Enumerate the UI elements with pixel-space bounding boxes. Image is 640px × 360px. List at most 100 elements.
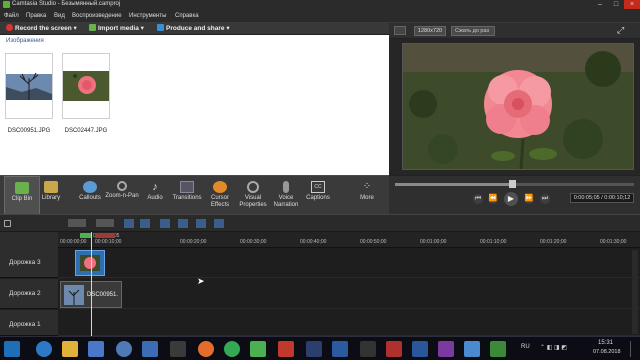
rose-preview-image [403,44,633,169]
app-icon-10[interactable] [278,341,294,357]
word-icon[interactable] [412,341,428,357]
explorer-icon[interactable] [62,341,78,357]
app-icon-14[interactable] [386,341,402,357]
tab-cursor-effects[interactable]: Cursor Effects [202,176,238,215]
track-row-3[interactable] [58,248,640,278]
track-row-2[interactable] [58,279,640,309]
tab-more[interactable]: ⁘ More [349,176,385,215]
title-bar: Camtasia Studio - Безымянный.camproj – □… [0,0,640,9]
redo-icon[interactable] [140,219,150,228]
undo-icon[interactable] [124,219,134,228]
menu-view[interactable]: Вид [54,9,65,23]
track-header-3[interactable]: Дорожка 3 [0,248,58,278]
scrubber-progress [395,183,513,186]
previous-clip-icon[interactable]: ⏮ [473,194,483,204]
detach-preview-icon[interactable]: ⤢ [617,25,629,36]
display-icon[interactable] [394,26,406,35]
tab-transitions[interactable]: Transitions [169,176,205,215]
timeline-clip-dsc02447[interactable] [75,250,105,276]
chevron-down-icon: ▾ [140,25,144,32]
track-header-2[interactable]: Дорожка 2 [0,279,58,309]
tab-callouts[interactable]: Callouts [72,176,108,215]
scrubber-handle[interactable] [509,180,516,188]
playback-controls: ⏮ ⏪ ▶ ⏩ ⏭ 0:00:05;05 / 0:00:10;12 [389,175,640,214]
import-media-button[interactable]: Import media ▾ [89,23,144,35]
fit-selector[interactable]: Сжать до раз [451,26,495,36]
menu-edit[interactable]: Правка [26,9,46,23]
mouse-cursor-icon: ➤ [197,276,205,286]
timeline-scrollbar[interactable] [632,250,638,334]
tab-zoom-n-pan[interactable]: Zoom-n-Pan [104,176,140,215]
chevron-down-icon: ▾ [73,25,77,32]
app-icon-12[interactable] [332,341,348,357]
app-icon-11[interactable] [306,341,322,357]
track-header-1[interactable]: Дорожка 1 [0,310,58,336]
rewind-icon[interactable]: ⏪ [488,194,498,204]
show-desktop-button[interactable] [630,341,638,357]
record-screen-button[interactable]: Record the screen ▾ [6,23,77,35]
minimize-button[interactable]: – [592,0,608,9]
app-icon-17[interactable] [464,341,480,357]
clip-thumbnail-dsc02447[interactable] [62,53,110,119]
ie-icon[interactable] [36,341,52,357]
tab-library[interactable]: Library [33,176,69,215]
app-icon-13[interactable] [360,341,376,357]
transitions-icon [180,181,194,193]
fast-forward-icon[interactable]: ⏩ [524,194,534,204]
tab-voice-narration[interactable]: Voice Narration [268,176,304,215]
ruler-tick: 00:00:20;00 [180,239,207,245]
start-button-icon[interactable] [4,341,20,357]
firefox-icon[interactable] [198,341,214,357]
clock-date: 07.08.2018 [593,349,621,355]
chrome-icon[interactable] [224,341,240,357]
paste-icon[interactable] [214,219,224,228]
close-button[interactable]: × [624,0,640,9]
tab-audio[interactable]: ♪ Audio [137,176,173,215]
timeline-ruler[interactable]: 00:00:00;00 00:00:05;05 00:00:10;00 00:0… [0,232,640,248]
produce-share-button[interactable]: Produce and share ▾ [157,23,230,35]
zoom-in-icon[interactable] [96,219,114,227]
app-icon-18[interactable] [490,341,506,357]
selection-end-marker[interactable] [95,233,115,238]
ruler-tick: 00:01:20;00 [540,239,567,245]
next-clip-icon[interactable]: ⏭ [540,194,550,204]
timeline-settings-icon[interactable] [4,220,11,227]
tab-visual-properties[interactable]: Visual Properties [235,176,271,215]
app-icon-6[interactable] [170,341,186,357]
ruler-tick: 00:01:30;00 [600,239,627,245]
menu-help[interactable]: Справка [175,9,199,23]
callouts-icon [83,181,97,193]
language-indicator[interactable]: RU [521,344,530,350]
resolution-selector[interactable]: 1280x720 [414,26,446,36]
play-icon[interactable]: ▶ [504,192,518,206]
tray-icons[interactable]: ⌃ ◧ ◨ ◩ [540,344,567,351]
zoom-icon [117,181,127,191]
video-preview-canvas[interactable] [402,43,634,170]
copy-icon[interactable] [196,219,206,228]
camtasia-taskbar-icon[interactable] [250,341,266,357]
app-icon-16[interactable] [438,341,454,357]
menu-playback[interactable]: Воспроизведение [72,9,122,23]
maximize-button[interactable]: □ [608,0,624,9]
app-icon-4[interactable] [116,341,132,357]
time-display: 0:00:05;05 / 0:00:10;12 [570,193,634,203]
chevron-down-icon: ▾ [226,25,230,32]
playhead-line[interactable] [91,232,92,336]
zoom-out-icon[interactable] [68,219,86,227]
app-icon-5[interactable] [142,341,158,357]
clock-time: 15:31 [598,340,614,346]
tab-captions[interactable]: CC Captions [300,176,336,215]
clip-label-dsc02447: DSC02447.JPG [64,128,108,134]
timeline-toolbar [0,214,640,232]
cursor-icon [213,181,227,193]
track-name: Дорожка 1 [9,321,41,328]
media-icon[interactable] [88,341,104,357]
clip-thumbnail-dsc00951[interactable] [5,53,53,119]
menu-file[interactable]: Файл [4,9,19,23]
ruler-tick: 00:00:40;00 [300,239,327,245]
track-row-1[interactable] [58,310,640,336]
library-icon [44,181,58,193]
split-icon[interactable] [178,219,188,228]
cut-icon[interactable] [160,219,170,228]
menu-tools[interactable]: Инструменты [129,9,166,23]
